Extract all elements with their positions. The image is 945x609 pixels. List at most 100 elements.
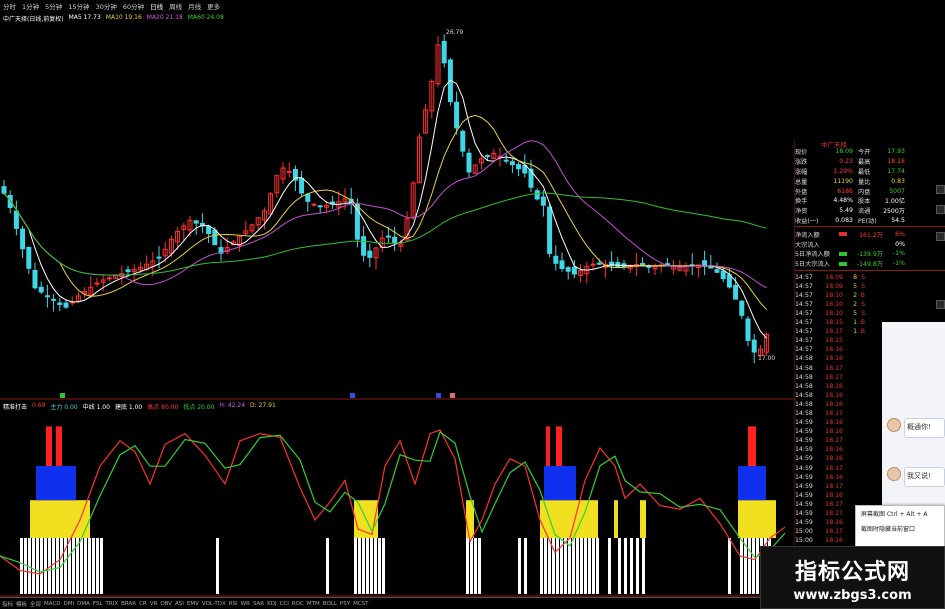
indicator-tab[interactable]: 模板 [16, 600, 27, 608]
period-tab[interactable]: 分时 [3, 1, 16, 11]
chat-bubble[interactable]: 概通你! [904, 418, 945, 438]
indicator-tab[interactable]: DMA [77, 601, 90, 607]
period-tab[interactable]: 月线 [188, 1, 201, 11]
indicator-tab[interactable]: OBV [160, 601, 172, 607]
period-tab[interactable]: 日线 [150, 1, 163, 11]
period-tab[interactable]: 5分钟 [45, 1, 62, 11]
indicator-tab[interactable]: SAR [253, 601, 264, 607]
period-tab[interactable]: 30分钟 [96, 1, 117, 11]
indicator-bar-white [326, 538, 329, 594]
indicator-bar-red [46, 426, 52, 466]
quote-row: 总量 11190 量比 0.83 [795, 176, 945, 186]
panel-tab-button[interactable] [936, 185, 945, 194]
avatar [887, 467, 901, 481]
indicator-tab[interactable]: ASI [175, 601, 184, 607]
indicator-tab[interactable]: MACD [44, 601, 61, 607]
indicator-tab[interactable]: MCST [353, 601, 368, 607]
ma5-value: MA5 17.73 [68, 14, 101, 21]
period-tab[interactable]: 15分钟 [68, 1, 89, 11]
indicator-bar-yellow [30, 500, 90, 538]
indicator-tab[interactable]: 全部 [30, 600, 41, 608]
indicator-bar-white [374, 538, 377, 594]
indicator-kd-lines [0, 429, 786, 575]
candle-body [454, 101, 460, 129]
candle-body [565, 267, 571, 272]
quote-row: 涨幅 1.29% 最低 17.74 [795, 167, 945, 177]
indicator-tab[interactable]: VR [150, 601, 158, 607]
quote-label: 净资 [795, 208, 808, 216]
tick-row: 14:57 18.09 8 S [795, 273, 865, 281]
candle-body [361, 236, 367, 256]
period-tab[interactable]: 1分钟 [22, 1, 39, 11]
flow-bar [839, 251, 847, 256]
panel-tab-button[interactable] [936, 300, 945, 309]
indicator-bar-yellow [738, 500, 776, 538]
indicator-tab[interactable]: 指标 [2, 600, 13, 608]
period-tab[interactable]: 周线 [169, 1, 182, 11]
indicator-tab[interactable]: ROC [292, 601, 304, 607]
indicator-tab-bar: 指标 模板 全部 MACD DMI DMA FSL TRIX BRAR CR VR OBV ASI EMV… [0, 597, 790, 609]
watermark-url: www.zbgs3.com [793, 588, 912, 603]
candle-body [367, 250, 373, 258]
indicator-bar-white [366, 538, 369, 594]
flow-row: 5日大宗流入 -149.8万 -1% [795, 259, 945, 269]
menu-item-screenshot[interactable]: 屏幕截图 Ctrl + Alt + A [856, 506, 944, 521]
flow-row: 5日净流入额 -139.9万 -1% [795, 249, 945, 259]
menu-item-hide-window[interactable]: 截图时隐藏当前窗口 [856, 521, 944, 536]
indicator-tab[interactable]: PSY [340, 601, 350, 607]
indicator-bar-white [618, 538, 621, 594]
indicator-bar-white [572, 538, 575, 594]
flow-value: 161.2万 [859, 231, 883, 239]
indicator-tab[interactable]: KDJ [267, 601, 276, 607]
indicator-bar-white [40, 538, 43, 594]
indicator-tab[interactable]: WR [241, 601, 250, 607]
panel-tab-button[interactable] [936, 232, 945, 241]
indicator-tab[interactable]: VOL-TDX [202, 601, 226, 607]
candle-body [751, 339, 757, 353]
candle-body [516, 164, 522, 170]
indicator-bar-white [728, 538, 731, 594]
indicator-bar-white [32, 538, 35, 594]
candle-body [733, 284, 739, 300]
chat-bubble[interactable]: 我又说! [904, 467, 945, 487]
indicator-tab[interactable]: FSL [93, 601, 103, 607]
quote-label: 最低 [858, 168, 871, 176]
indicator-bar-white [740, 538, 743, 594]
ma20-value: MA20 21.18 [146, 14, 183, 21]
candle-body [13, 210, 19, 229]
signal-marker [450, 393, 455, 398]
indicator-tab[interactable]: CR [139, 601, 147, 607]
candle-body [193, 220, 199, 224]
candle-body [534, 190, 540, 200]
indicator-tab[interactable]: CCI [280, 601, 289, 607]
indicator-bar-white [68, 538, 71, 594]
flow-pct: -1% [892, 250, 905, 258]
period-tab[interactable]: 60分钟 [123, 1, 144, 11]
indicator-bar-white [216, 538, 219, 594]
indicator-tab[interactable]: RSI [229, 601, 238, 607]
candle-body [726, 274, 732, 288]
candle-body [212, 229, 218, 246]
indicator-bar-white [478, 538, 481, 594]
indicator-name[interactable]: 精准打击 [3, 402, 27, 411]
indicator-tab[interactable]: EMV [187, 601, 199, 607]
indicator-tab[interactable]: BRAR [121, 601, 136, 607]
ma-line [3, 79, 767, 339]
quote-value: 1.29% [833, 167, 853, 175]
indicator-tab[interactable]: MTM [307, 601, 320, 607]
indicator-tab[interactable]: TRIX [106, 601, 119, 607]
indicator-tab[interactable]: BOLL [323, 601, 337, 607]
quote-label: 股本 [858, 198, 871, 206]
flow-label: 大宗流入 [795, 241, 820, 249]
candle-body [547, 206, 553, 254]
indicator-bar-white [592, 538, 595, 594]
panel-tab-button[interactable] [936, 205, 945, 214]
watermark: 指标公式网 www.zbgs3.com [760, 546, 945, 609]
indicator-bar-yellow [614, 500, 618, 538]
quote-value: 0.23 [839, 158, 853, 166]
ma-line [3, 114, 767, 310]
quote-value: 0.83 [891, 177, 905, 185]
indicator-tab[interactable]: DMI [64, 601, 75, 607]
period-tab[interactable]: 更多 [207, 1, 220, 11]
indicator-bar-red [56, 426, 62, 466]
